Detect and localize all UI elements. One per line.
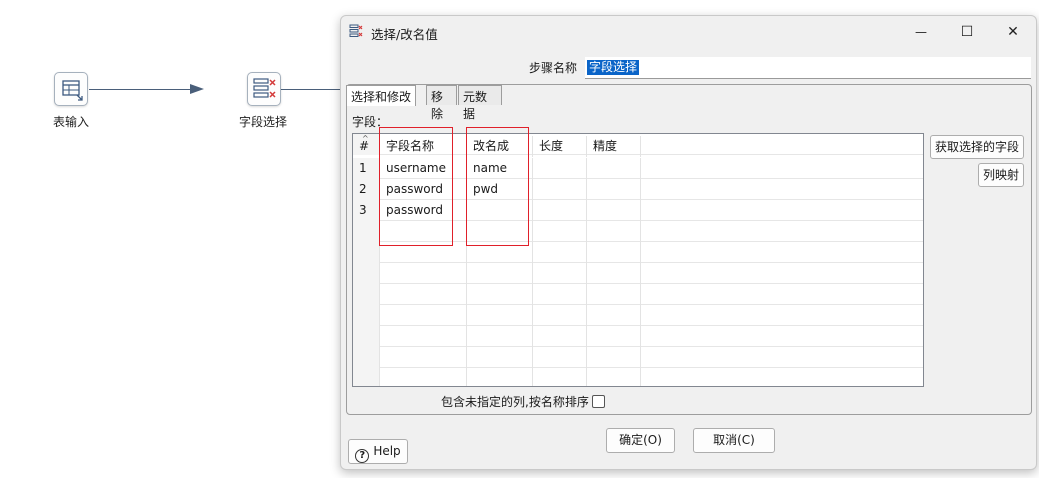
precision-cell[interactable] (587, 200, 641, 221)
hop-line[interactable] (89, 89, 197, 90)
table-input-icon (62, 80, 83, 101)
maximize-button[interactable]: ☐ (944, 16, 990, 48)
empty-table-row[interactable] (353, 284, 923, 305)
highlight-box-rename (466, 127, 529, 246)
hop-line-out (281, 89, 340, 90)
precision-cell[interactable] (587, 179, 641, 200)
dialog-titlebar[interactable]: 选择/改名值 — ☐ ✕ (341, 16, 1036, 48)
include-unspecified-label: 包含未指定的列,按名称排序 (441, 395, 589, 409)
empty-table-row[interactable] (353, 326, 923, 347)
precision-cell[interactable] (587, 158, 641, 179)
empty-table-row[interactable] (353, 305, 923, 326)
help-button-label: Help (373, 444, 401, 458)
col-header-num[interactable]: ^ # (353, 134, 380, 155)
help-button[interactable]: ? Help (348, 439, 408, 464)
highlight-box-field-name (379, 127, 453, 246)
length-cell[interactable] (533, 179, 587, 200)
row-number: 3 (353, 200, 380, 221)
tab-remove[interactable]: 移除 (426, 85, 457, 121)
tab-metadata[interactable]: 元数据 (458, 85, 502, 121)
cancel-button[interactable]: 取消(C) (693, 428, 775, 453)
row-number: 2 (353, 179, 380, 200)
select-values-node[interactable] (247, 72, 281, 106)
maximize-icon: ☐ (960, 24, 974, 40)
select-values-node-label: 字段选择 (239, 115, 288, 129)
step-name-input[interactable]: 字段选择 (585, 57, 1031, 79)
dialog-title: 选择/改名值 (371, 27, 438, 42)
empty-table-row[interactable] (353, 368, 923, 386)
length-cell[interactable] (533, 200, 587, 221)
minimize-button[interactable]: — (898, 16, 944, 48)
include-unspecified-checkbox[interactable] (591, 395, 605, 408)
minimize-icon: — (915, 25, 927, 39)
hop-arrow-icon (190, 84, 204, 94)
table-input-node-label: 表输入 (53, 115, 90, 129)
column-mapping-button[interactable]: 列映射 (978, 163, 1024, 187)
col-header-precision[interactable]: 精度 (587, 136, 641, 157)
select-values-icon (253, 78, 276, 98)
table-input-node[interactable] (54, 72, 88, 106)
ok-button[interactable]: 确定(O) (606, 428, 675, 453)
close-button[interactable]: ✕ (990, 16, 1036, 48)
length-cell[interactable] (533, 158, 587, 179)
get-fields-button[interactable]: 获取选择的字段 (930, 135, 1024, 159)
step-name-label: 步骤名称 (529, 61, 578, 75)
include-unspecified-row: 包含未指定的列,按名称排序 (441, 393, 605, 410)
select-rename-dialog: 选择/改名值 — ☐ ✕ 步骤名称 字段选择 选择和修改 移除 元数据 字段： … (340, 15, 1037, 470)
close-icon: ✕ (1007, 24, 1019, 40)
col-header-length[interactable]: 长度 (533, 136, 587, 157)
empty-table-row[interactable] (353, 263, 923, 284)
row-number: 1 (353, 158, 380, 179)
help-icon: ? (355, 449, 370, 463)
tab-select-modify[interactable]: 选择和修改 (346, 85, 416, 106)
step-name-value: 字段选择 (587, 60, 640, 75)
dialog-app-icon (349, 24, 363, 37)
empty-table-row[interactable] (353, 347, 923, 368)
